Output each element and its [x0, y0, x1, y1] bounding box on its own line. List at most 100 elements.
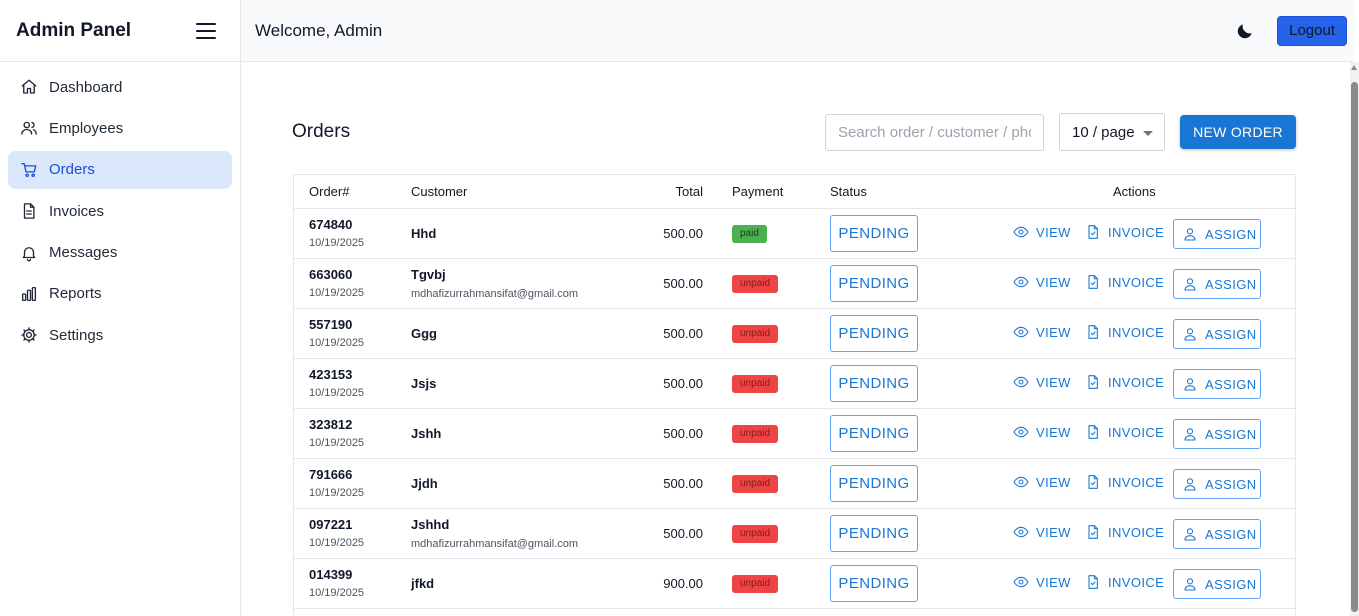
invoice-button[interactable]: INVOICE — [1085, 374, 1164, 390]
assign-label: ASSIGN — [1205, 576, 1257, 592]
page-scrollbar[interactable] — [1350, 62, 1359, 616]
customer-name: Jshhd — [411, 517, 450, 532]
assign-button[interactable]: ASSIGN — [1173, 319, 1261, 349]
invoice-button[interactable]: INVOICE — [1085, 274, 1164, 290]
status-button[interactable]: PENDING — [830, 215, 918, 252]
sidebar-item-orders[interactable]: Orders — [8, 150, 232, 189]
table-row: 674840 10/19/2025 Hhd 500.00 paid PENDING VIEW… — [294, 209, 1295, 259]
payment-badge: paid — [732, 225, 767, 243]
order-number: 663060 — [309, 267, 353, 282]
status-button[interactable]: PENDING — [830, 465, 918, 502]
welcome-text: Welcome, Admin — [255, 20, 383, 40]
invoice-button[interactable]: INVOICE — [1085, 524, 1164, 540]
view-button[interactable]: VIEW — [1013, 274, 1071, 290]
payment-badge: unpaid — [732, 325, 779, 343]
invoice-label: INVOICE — [1108, 274, 1165, 290]
status-button[interactable]: PENDING — [830, 265, 918, 302]
status-button[interactable]: PENDING — [830, 365, 918, 402]
order-total: 500.00 — [663, 276, 703, 291]
status-button[interactable]: PENDING — [830, 415, 918, 452]
order-date: 10/19/2025 — [309, 287, 365, 299]
column-header-payment: Payment — [732, 184, 784, 199]
view-button[interactable]: VIEW — [1013, 424, 1071, 440]
invoice-label: INVOICE — [1108, 524, 1165, 540]
order-number: 097221 — [309, 517, 353, 532]
sidebar-item-dashboard[interactable]: Dashboard — [8, 68, 232, 106]
hamburger-menu-icon[interactable] — [196, 22, 216, 39]
order-number: 423153 — [309, 367, 353, 382]
assign-button[interactable]: ASSIGN — [1173, 569, 1261, 599]
view-button[interactable]: VIEW — [1013, 524, 1071, 540]
payment-badge: unpaid — [732, 425, 779, 443]
order-date: 10/19/2025 — [309, 587, 365, 599]
view-button[interactable]: VIEW — [1013, 474, 1071, 490]
sidebar-item-invoices[interactable]: Invoices — [8, 192, 232, 230]
customer-name: Ggg — [411, 326, 437, 341]
sidebar-item-label: Dashboard — [49, 78, 123, 96]
sidebar-item-label: Settings — [49, 326, 104, 344]
invoice-label: INVOICE — [1108, 324, 1165, 340]
order-number: 557190 — [309, 317, 353, 332]
view-label: VIEW — [1036, 524, 1071, 540]
invoice-button[interactable]: INVOICE — [1085, 574, 1164, 590]
eye-icon — [1013, 224, 1036, 240]
customer-email: mdhafizurrahmansifat@gmail.com — [411, 288, 579, 300]
status-button[interactable]: PENDING — [830, 315, 918, 352]
assign-button[interactable]: ASSIGN — [1173, 219, 1261, 249]
assign-label: ASSIGN — [1205, 276, 1257, 292]
per-page-select[interactable]: 10 / page — [1059, 113, 1165, 151]
new-order-button[interactable]: NEW ORDER — [1180, 115, 1296, 149]
invoice-label: INVOICE — [1108, 474, 1165, 490]
sidebar-nav: Dashboard Employees Orders Invoices Mess… — [0, 62, 240, 364]
assign-label: ASSIGN — [1205, 426, 1257, 442]
invoice-button[interactable]: INVOICE — [1085, 324, 1164, 340]
status-button[interactable]: PENDING — [830, 515, 918, 552]
user-icon — [1182, 476, 1205, 492]
user-icon — [1182, 376, 1205, 392]
sidebar-item-settings[interactable]: Settings — [8, 316, 232, 354]
view-button[interactable]: VIEW — [1013, 374, 1071, 390]
assign-label: ASSIGN — [1205, 326, 1257, 342]
assign-label: ASSIGN — [1205, 526, 1257, 542]
sidebar-item-reports[interactable]: Reports — [8, 275, 232, 313]
assign-button[interactable]: ASSIGN — [1173, 369, 1261, 399]
invoice-button[interactable]: INVOICE — [1085, 424, 1164, 440]
table-row: 014399 10/19/2025 jfkd 900.00 unpaid PENDING V… — [294, 559, 1295, 609]
logout-button[interactable]: Logout — [1277, 15, 1347, 46]
view-button[interactable]: VIEW — [1013, 224, 1071, 240]
view-label: VIEW — [1036, 474, 1071, 490]
scrollbar-thumb[interactable] — [1351, 82, 1358, 612]
view-label: VIEW — [1036, 274, 1071, 290]
sidebar-item-messages[interactable]: Messages — [8, 234, 232, 272]
users-icon — [20, 119, 38, 137]
sidebar-item-employees[interactable]: Employees — [8, 109, 232, 147]
payment-badge: unpaid — [732, 375, 779, 393]
payment-badge: unpaid — [732, 525, 779, 543]
view-button[interactable]: VIEW — [1013, 324, 1071, 340]
assign-button[interactable]: ASSIGN — [1173, 419, 1261, 449]
customer-email: mdhafizurrahmansifat@gmail.com — [411, 538, 579, 550]
search-input[interactable] — [825, 114, 1044, 151]
order-number: 323812 — [309, 417, 353, 432]
sidebar-item-label: Orders — [49, 161, 95, 179]
invoice-button[interactable]: INVOICE — [1085, 474, 1164, 490]
column-header-status: Status — [830, 184, 867, 199]
assign-button[interactable]: ASSIGN — [1173, 519, 1261, 549]
order-date: 10/19/2025 — [309, 337, 365, 349]
sidebar-item-label: Invoices — [49, 202, 105, 220]
table-row: 557190 10/19/2025 Ggg 500.00 unpaid PENDING VI… — [294, 309, 1295, 359]
assign-label: ASSIGN — [1205, 476, 1257, 492]
assign-button[interactable]: ASSIGN — [1173, 469, 1261, 499]
status-button[interactable]: PENDING — [830, 565, 918, 602]
column-header-actions: Actions — [1113, 184, 1156, 199]
invoice-button[interactable]: INVOICE — [1085, 224, 1164, 240]
view-label: VIEW — [1036, 574, 1071, 590]
order-date: 10/19/2025 — [309, 537, 365, 549]
moon-icon[interactable] — [1235, 21, 1255, 41]
view-button[interactable]: VIEW — [1013, 574, 1071, 590]
cart-icon — [20, 161, 38, 179]
order-total: 500.00 — [663, 476, 703, 491]
customer-name: Hhd — [411, 226, 437, 241]
scroll-up-arrow-icon[interactable] — [1351, 65, 1357, 70]
assign-button[interactable]: ASSIGN — [1173, 269, 1261, 299]
